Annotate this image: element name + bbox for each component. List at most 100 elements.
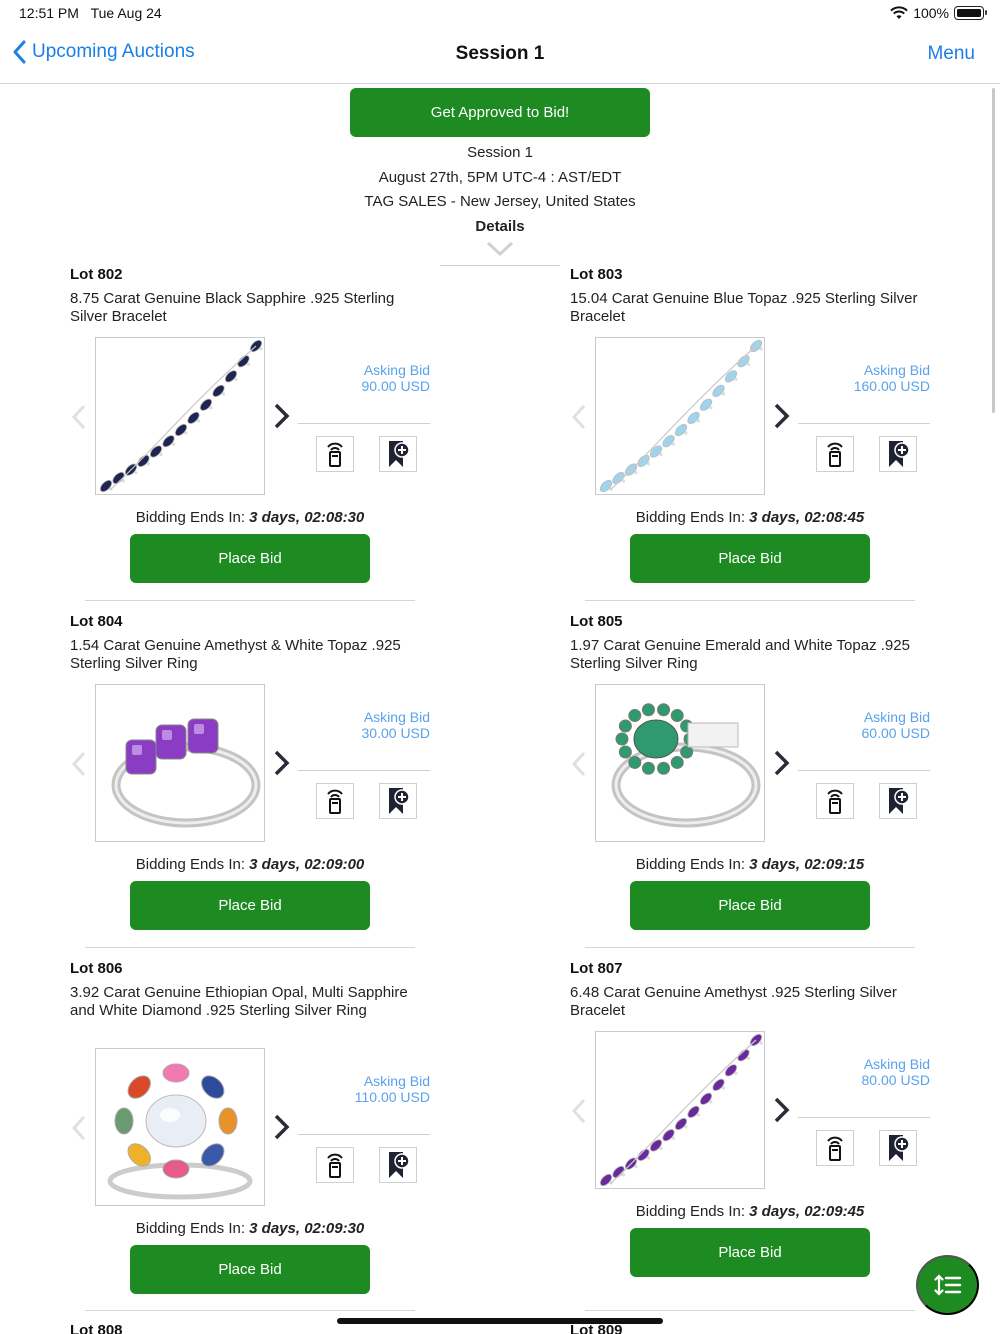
add-watchlist-button[interactable] [379, 1147, 417, 1183]
chevron-left-icon[interactable] [570, 403, 588, 431]
lot-card: Lot 806 3.92 Carat Genuine Ethiopian Opa… [70, 960, 432, 1294]
add-watchlist-button[interactable] [879, 783, 917, 819]
remote-bid-button[interactable] [816, 1130, 854, 1166]
details-toggle[interactable]: Details [0, 218, 1000, 235]
remote-icon [327, 442, 343, 467]
bidding-ends-label: Bidding Ends In: [635, 1203, 745, 1220]
battery-icon [954, 6, 987, 20]
remote-bid-button[interactable] [816, 783, 854, 819]
remote-icon [327, 1153, 343, 1178]
add-watchlist-button[interactable] [879, 1130, 917, 1166]
bidding-ends-label: Bidding Ends In: [635, 509, 745, 526]
add-watchlist-button[interactable] [379, 436, 417, 472]
lot-image[interactable] [595, 337, 765, 495]
chevron-left-icon[interactable] [70, 1114, 88, 1142]
lot-divider [585, 600, 915, 601]
asking-separator [298, 423, 430, 424]
lot-image[interactable] [595, 1031, 765, 1189]
lot-title[interactable]: 3.92 Carat Genuine Ethiopian Opal, Multi… [70, 984, 432, 1019]
lot-title[interactable]: 1.54 Carat Genuine Amethyst & White Topa… [70, 637, 432, 672]
bidding-ends-label: Bidding Ends In: [135, 856, 245, 873]
place-bid-button[interactable]: Place Bid [630, 1228, 870, 1277]
status-bar: 12:51 PM Tue Aug 24 100% [0, 0, 1000, 28]
chevron-right-icon[interactable] [272, 749, 292, 777]
bidding-ends: Bidding Ends In: 3 days, 02:09:30 [70, 1220, 430, 1237]
chevron-right-icon[interactable] [272, 402, 292, 430]
home-indicator [337, 1318, 663, 1324]
lot-image[interactable] [95, 684, 265, 842]
lot-title[interactable]: 6.48 Carat Genuine Amethyst .925 Sterlin… [570, 984, 932, 1019]
lot-card: Lot 805 1.97 Carat Genuine Emerald and W… [570, 613, 930, 943]
remote-bid-button[interactable] [316, 436, 354, 472]
place-bid-button[interactable]: Place Bid [130, 534, 370, 583]
chevron-right-icon[interactable] [772, 1096, 792, 1124]
status-right: 100% [890, 5, 987, 21]
place-bid-button[interactable]: Place Bid [630, 881, 870, 930]
chevron-left-icon[interactable] [570, 1097, 588, 1125]
details-divider [440, 265, 560, 266]
remote-bid-button[interactable] [316, 783, 354, 819]
page-title: Session 1 [455, 43, 545, 64]
navigation-bar: Upcoming Auctions Session 1 Menu [0, 28, 1000, 84]
chevron-down-icon[interactable] [486, 241, 514, 257]
lot-number: Lot 804 [70, 613, 123, 630]
lot-title[interactable]: 15.04 Carat Genuine Blue Topaz .925 Ster… [570, 290, 932, 325]
lot-card: Lot 802 8.75 Carat Genuine Black Sapphir… [70, 266, 430, 596]
asking-separator [298, 770, 430, 771]
remote-icon [827, 789, 843, 814]
lot-number: Lot 808 [70, 1322, 123, 1334]
bidding-ends-countdown: 3 days, 02:09:00 [249, 856, 365, 873]
asking-separator [798, 1117, 930, 1118]
lot-divider [585, 1310, 915, 1311]
place-bid-button[interactable]: Place Bid [130, 1245, 370, 1294]
asking-bid-value: 60.00 USD [861, 725, 930, 741]
get-approved-button[interactable]: Get Approved to Bid! [350, 88, 650, 137]
asking-bid-value: 110.00 USD [354, 1089, 430, 1105]
chevron-right-icon[interactable] [772, 749, 792, 777]
bidding-ends-countdown: 3 days, 02:09:30 [249, 1220, 365, 1237]
bidding-ends: Bidding Ends In: 3 days, 02:08:30 [70, 509, 430, 526]
asking-bid: Asking Bid 30.00 USD [300, 709, 430, 741]
menu-button[interactable]: Menu [927, 43, 975, 65]
lot-number: Lot 802 [70, 266, 123, 283]
lot-title[interactable]: 1.97 Carat Genuine Emerald and White Top… [570, 637, 932, 672]
asking-bid-value: 30.00 USD [361, 725, 430, 741]
sort-list-icon [933, 1274, 961, 1296]
place-bid-button[interactable]: Place Bid [630, 534, 870, 583]
remote-icon [327, 789, 343, 814]
bookmark-add-icon [389, 788, 410, 814]
remote-bid-button[interactable] [816, 436, 854, 472]
chevron-left-icon[interactable] [70, 403, 88, 431]
lot-image[interactable] [95, 337, 265, 495]
remote-icon [827, 1136, 843, 1161]
bookmark-add-icon [889, 441, 910, 467]
bidding-ends: Bidding Ends In: 3 days, 02:09:00 [70, 856, 430, 873]
lot-divider [85, 947, 415, 948]
session-datetime: August 27th, 5PM UTC-4 : AST/EDT [378, 169, 622, 186]
chevron-left-icon[interactable] [70, 750, 88, 778]
lot-title[interactable]: 8.75 Carat Genuine Black Sapphire .925 S… [70, 290, 432, 325]
lot-number: Lot 803 [570, 266, 623, 283]
bidding-ends-countdown: 3 days, 02:09:45 [749, 1203, 865, 1220]
chevron-right-icon[interactable] [272, 1113, 292, 1141]
bookmark-add-icon [389, 1152, 410, 1178]
lot-divider [85, 600, 415, 601]
bidding-ends: Bidding Ends In: 3 days, 02:09:15 [570, 856, 930, 873]
bidding-ends-countdown: 3 days, 02:09:15 [749, 856, 865, 873]
asking-bid-label: Asking Bid [863, 1056, 930, 1072]
lot-image[interactable] [95, 1048, 265, 1206]
add-watchlist-button[interactable] [879, 436, 917, 472]
bookmark-add-icon [889, 788, 910, 814]
battery-percent: 100% [913, 5, 949, 21]
lot-image[interactable] [595, 684, 765, 842]
scroll-indicator[interactable] [992, 88, 995, 413]
lot-card: Lot 804 1.54 Carat Genuine Amethyst & Wh… [70, 613, 430, 943]
remote-bid-button[interactable] [316, 1147, 354, 1183]
chevron-left-icon[interactable] [570, 750, 588, 778]
bidding-ends-label: Bidding Ends In: [635, 856, 745, 873]
chevron-right-icon[interactable] [772, 402, 792, 430]
add-watchlist-button[interactable] [379, 783, 417, 819]
bidding-ends-label: Bidding Ends In: [135, 509, 245, 526]
place-bid-button[interactable]: Place Bid [130, 881, 370, 930]
sort-fab-button[interactable] [916, 1255, 979, 1315]
